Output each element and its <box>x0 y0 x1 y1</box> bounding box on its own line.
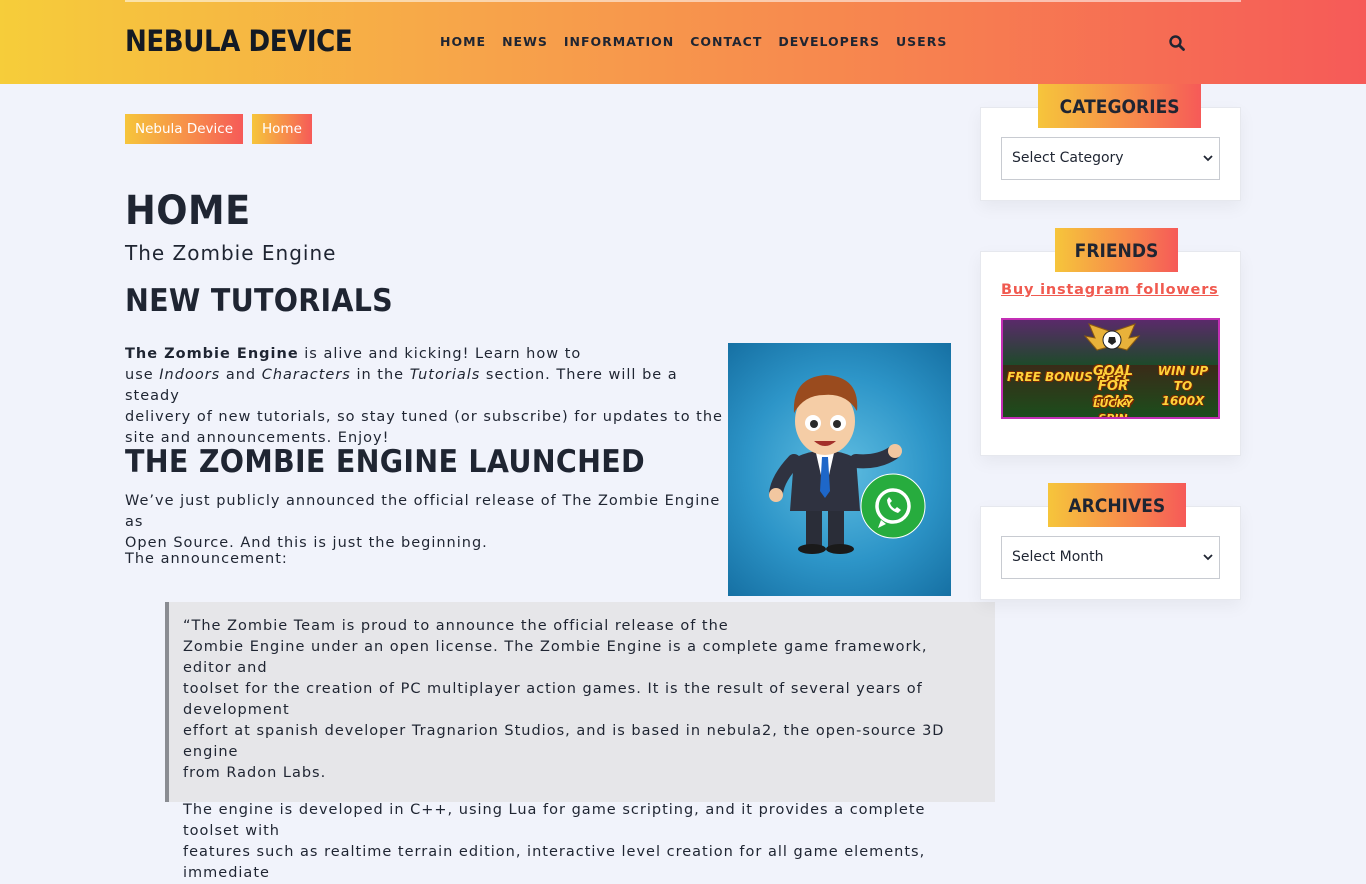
zombie-engine-bold: The Zombie Engine <box>125 346 299 362</box>
nav-item-home[interactable]: HOME <box>440 34 486 49</box>
whatsapp-businessman-image <box>728 343 951 596</box>
text-line: features such as realtime terrain editio… <box>183 844 926 881</box>
nav-item-users[interactable]: USERS <box>896 34 947 49</box>
page-subtitle: The Zombie Engine <box>125 241 337 265</box>
breadcrumb: Nebula Device Home <box>125 114 312 144</box>
nav-item-developers[interactable]: DEVELOPERS <box>778 34 880 49</box>
goal-for-gold-banner[interactable]: FREE BONUS REEL GOAL FOR GOLD LUCKY SPIN… <box>1001 318 1220 419</box>
quote-paragraph-2: The engine is developed in C++, using Lu… <box>183 800 981 884</box>
breadcrumb-item-nebula-device[interactable]: Nebula Device <box>125 114 244 144</box>
announcement-quote: “The Zombie Team is proud to announce th… <box>165 602 995 881</box>
text-line: delivery of new tutorials, so stay tuned… <box>125 409 723 425</box>
search-icon <box>1169 35 1185 51</box>
text-line: The engine is developed in C++, using Lu… <box>183 802 926 839</box>
friends-title: FRIENDS <box>1055 228 1179 272</box>
category-select[interactable]: Select Category <box>1001 137 1220 180</box>
archives-title: ARCHIVES <box>1048 483 1186 527</box>
text-span: and <box>220 367 262 383</box>
text-span: is alive and kicking! Learn how to <box>298 346 582 362</box>
friends-widget: FRIENDS Buy instagram followers FREE BON… <box>980 228 1241 456</box>
categories-title-text: CATEGORIES <box>1059 96 1180 118</box>
text-line: Zombie Engine under an open license. The… <box>183 639 928 676</box>
text-span: in the <box>350 367 410 383</box>
characters-italic: Characters <box>261 367 351 383</box>
text-line: We’ve just publicly announced the offici… <box>125 493 721 530</box>
categories-widget: CATEGORIES Select Category <box>980 84 1241 201</box>
banner-right-text: WIN UP TO 1600X <box>1157 364 1209 408</box>
gold-eagle-icon <box>1083 323 1141 351</box>
quote-paragraph-1: “The Zombie Team is proud to announce th… <box>183 616 981 784</box>
search-button[interactable] <box>1168 34 1186 52</box>
banner-sub-text: LUCKY SPIN <box>1093 397 1133 419</box>
heading-new-tutorials: NEW TUTORIALS <box>125 283 394 319</box>
text-span: use <box>125 367 160 383</box>
paragraph-new-tutorials: The Zombie Engine is alive and kicking! … <box>125 344 725 449</box>
text-line: from Radon Labs. <box>183 765 327 781</box>
friends-title-text: FRIENDS <box>1074 240 1159 262</box>
paragraph-announcement: The announcement: <box>125 551 288 567</box>
site-logo[interactable]: NEBULA DEVICE <box>125 24 353 58</box>
category-select-value: Select Category <box>1012 150 1124 166</box>
chevron-down-icon <box>1203 155 1213 162</box>
buy-instagram-followers-link[interactable]: Buy instagram followers <box>1001 282 1219 298</box>
header-top-line <box>125 0 1241 2</box>
nav-item-news[interactable]: NEWS <box>502 34 548 49</box>
archive-month-select[interactable]: Select Month <box>1001 536 1220 579</box>
text-line: “The Zombie Team is proud to announce th… <box>183 618 729 634</box>
tutorials-italic: Tutorials <box>409 367 481 383</box>
archives-widget: ARCHIVES Select Month <box>980 483 1241 600</box>
indoors-italic: Indoors <box>159 367 221 383</box>
heading-zombie-engine-launched: THE ZOMBIE ENGINE LAUNCHED <box>125 444 645 480</box>
main-nav: HOME NEWS INFORMATION CONTACT DEVELOPERS… <box>440 34 963 49</box>
chevron-down-icon <box>1203 554 1213 561</box>
text-line: effort at spanish developer Tragnarion S… <box>183 723 945 760</box>
nav-item-contact[interactable]: CONTACT <box>690 34 762 49</box>
archives-title-text: ARCHIVES <box>1068 495 1166 517</box>
nav-item-information[interactable]: INFORMATION <box>564 34 674 49</box>
text-line: toolset for the creation of PC multiplay… <box>183 681 923 718</box>
site-header: NEBULA DEVICE HOME NEWS INFORMATION CONT… <box>0 0 1366 84</box>
businessman-illustration <box>769 375 926 554</box>
breadcrumb-item-home[interactable]: Home <box>252 114 312 144</box>
categories-title: CATEGORIES <box>1038 84 1202 128</box>
page-title: HOME <box>125 188 251 234</box>
archive-select-value: Select Month <box>1012 549 1104 565</box>
paragraph-launched: We’ve just publicly announced the offici… <box>125 491 725 554</box>
